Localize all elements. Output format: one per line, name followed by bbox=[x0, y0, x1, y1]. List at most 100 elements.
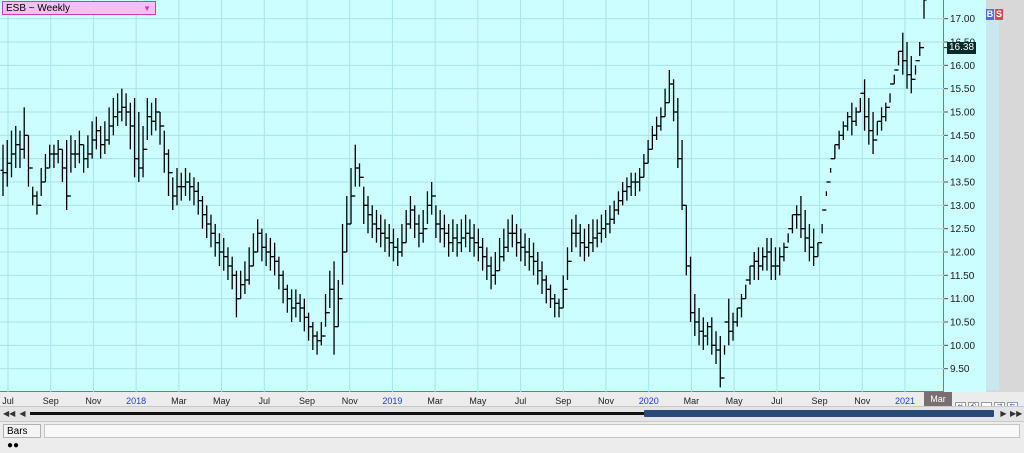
ohlc-bar bbox=[352, 144, 358, 197]
ohlc-bar bbox=[853, 107, 859, 126]
chevron-down-icon[interactable]: ▼ bbox=[143, 2, 151, 16]
ohlc-bar bbox=[47, 144, 53, 169]
ohlc-bar bbox=[917, 42, 923, 62]
ohlc-bar bbox=[870, 112, 876, 154]
status-bar: Bars ●● bbox=[0, 421, 1024, 451]
time-axis: Jul Sep Nov 2018 Mar May Jul Sep Nov 2019 Mar May Ju… bbox=[0, 392, 1024, 406]
ohlc-bar bbox=[416, 214, 422, 248]
ohlc-bar bbox=[475, 228, 481, 262]
x-tick-label: May bbox=[469, 396, 487, 406]
ohlc-bar bbox=[645, 140, 651, 164]
x-tick-label: Sep bbox=[42, 396, 59, 406]
ohlc-bar bbox=[581, 228, 587, 262]
ohlc-bar bbox=[259, 228, 265, 262]
ohlc-bar bbox=[569, 219, 575, 262]
ohlc-bar bbox=[488, 256, 494, 290]
ohlc-bar bbox=[335, 280, 341, 328]
ohlc-bar bbox=[862, 79, 868, 131]
y-tick-label: 10.50 bbox=[950, 318, 975, 329]
ohlc-bar bbox=[361, 176, 367, 224]
y-tick-label: 9.50 bbox=[950, 364, 970, 375]
ohlc-bar bbox=[34, 191, 40, 215]
ohlc-bar bbox=[497, 238, 503, 272]
ohlc-bar bbox=[683, 204, 689, 276]
ohlc-bar bbox=[518, 228, 524, 262]
scroll-thumb[interactable] bbox=[644, 410, 994, 417]
x-tick-label: Nov bbox=[854, 396, 871, 406]
ohlc-bar bbox=[373, 210, 379, 243]
price-axis: 9.50 10.00 10.50 11.00 11.50 12.00 12.50 13.00 1… bbox=[944, 0, 986, 392]
scroll-left-icon[interactable]: ◀ bbox=[17, 408, 28, 419]
ohlc-bar bbox=[840, 121, 846, 140]
ohlc-bar bbox=[323, 294, 329, 337]
ohlc-bar bbox=[424, 191, 430, 230]
status-field[interactable] bbox=[44, 424, 1020, 438]
ohlc-bar bbox=[208, 214, 214, 248]
ohlc-bar bbox=[407, 196, 413, 229]
x-tick-label: Jul bbox=[258, 396, 271, 406]
ohlc-bar bbox=[794, 205, 800, 229]
ohlc-bar bbox=[734, 307, 740, 327]
ohlc-bar bbox=[242, 261, 248, 294]
ohlc-bar bbox=[505, 219, 511, 252]
ohlc-bar bbox=[526, 238, 532, 271]
sell-button[interactable]: S bbox=[995, 9, 1003, 20]
ohlc-bar bbox=[369, 205, 375, 238]
ohlc-bar bbox=[93, 116, 99, 150]
y-tick-label: 16.00 bbox=[950, 61, 975, 72]
ohlc-bar bbox=[357, 163, 363, 187]
scroll-last-icon[interactable]: ▶▶ bbox=[1010, 408, 1022, 419]
ohlc-bar bbox=[806, 224, 812, 262]
ohlc-bar bbox=[492, 252, 498, 285]
ohlc-bar bbox=[144, 98, 150, 150]
ohlc-bar bbox=[509, 214, 515, 248]
ohlc-bar bbox=[641, 154, 647, 178]
x-tick-label: Sep bbox=[298, 396, 316, 406]
ohlc-bar bbox=[458, 219, 464, 252]
ohlc-bar bbox=[908, 56, 914, 94]
ohlc-bar bbox=[764, 238, 770, 271]
ohlc-bar bbox=[55, 140, 61, 164]
ohlc-bar bbox=[318, 322, 324, 346]
ohlc-bar bbox=[743, 279, 749, 300]
ohlc-bar bbox=[149, 102, 155, 136]
ohlc-bar bbox=[98, 126, 104, 159]
ohlc-bar bbox=[849, 102, 855, 136]
ohlc-bar bbox=[64, 140, 70, 210]
ohlc-bar bbox=[429, 182, 435, 215]
y-tick-label: 14.00 bbox=[950, 154, 975, 165]
ohlc-bar bbox=[717, 336, 723, 388]
scroll-right-icon[interactable]: ▶ bbox=[998, 408, 1009, 419]
ohlc-bar bbox=[654, 116, 660, 140]
y-tick-label: 11.00 bbox=[950, 294, 975, 305]
buy-button[interactable]: B bbox=[986, 9, 994, 20]
ohlc-bar bbox=[705, 322, 711, 346]
ohlc-bar bbox=[51, 144, 57, 168]
ohlc-bar bbox=[637, 168, 643, 192]
chart-plot-area[interactable] bbox=[0, 0, 944, 392]
ohlc-bar bbox=[866, 98, 872, 145]
ohlc-bar bbox=[709, 317, 715, 355]
x-tick-label: Jul bbox=[771, 396, 783, 406]
ohlc-bar bbox=[195, 182, 201, 215]
ohlc-bar bbox=[879, 107, 885, 131]
ohlc-bar bbox=[382, 219, 388, 252]
ohlc-bar bbox=[573, 214, 579, 248]
ohlc-bar bbox=[713, 331, 719, 364]
symbol-selector[interactable]: ESB ~ Weekly ▼ bbox=[2, 1, 156, 15]
scroll-first-icon[interactable]: ◀◀ bbox=[3, 408, 15, 419]
ohlc-bar bbox=[123, 93, 129, 126]
chart-scrollbar[interactable]: ◀◀ ◀ ▶ ▶▶ bbox=[0, 406, 1024, 421]
ohlc-bar bbox=[157, 111, 163, 145]
ohlc-bar bbox=[921, 0, 927, 49]
y-tick-label: 15.50 bbox=[950, 84, 975, 95]
ohlc-bar bbox=[548, 284, 554, 308]
ohlc-bar bbox=[420, 210, 426, 243]
ohlc-bar bbox=[722, 321, 728, 379]
x-tick-label: 2021 bbox=[894, 396, 916, 406]
y-tick-label: 11.50 bbox=[950, 271, 975, 282]
bars-tab[interactable]: Bars ●● bbox=[3, 424, 41, 451]
x-tick-label: Mar bbox=[427, 396, 443, 406]
ohlc-bar bbox=[314, 331, 320, 355]
ohlc-bar bbox=[340, 224, 346, 300]
